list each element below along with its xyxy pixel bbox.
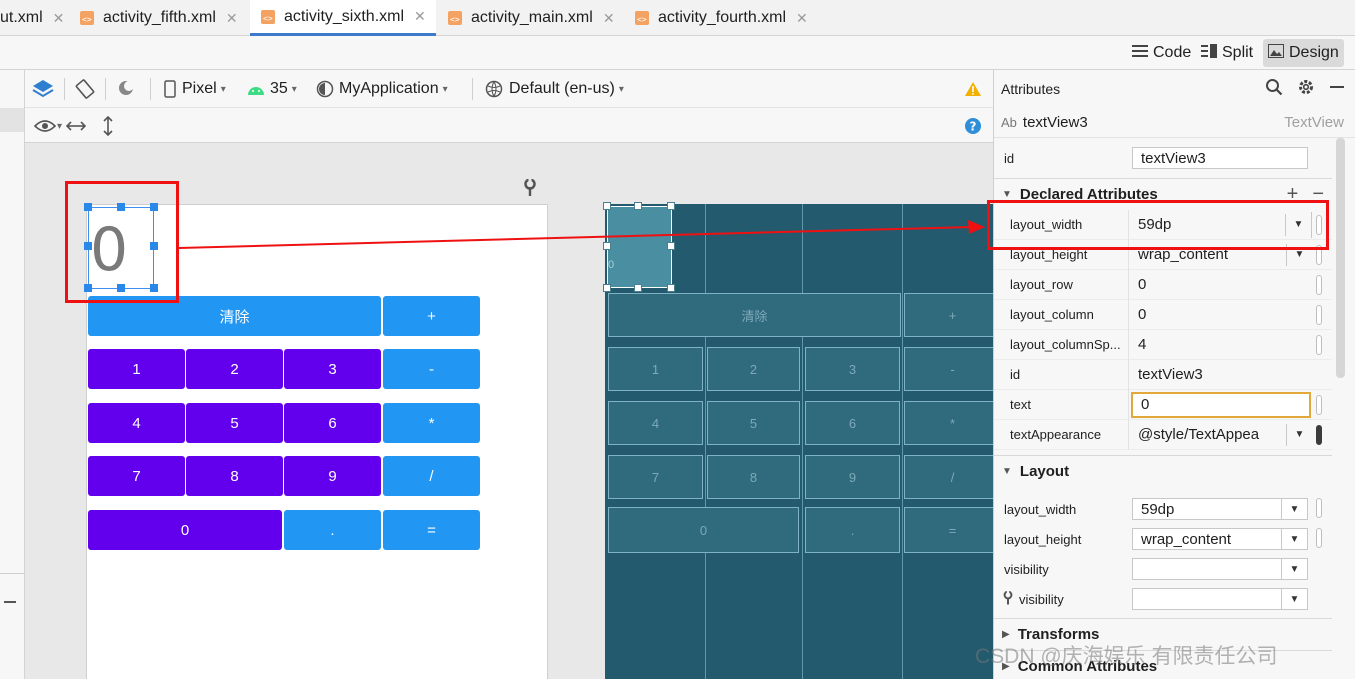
watermark-text: CSDN @庆海娱乐 有限责任公司 bbox=[975, 645, 1278, 668]
annotation-arrow bbox=[178, 220, 985, 249]
